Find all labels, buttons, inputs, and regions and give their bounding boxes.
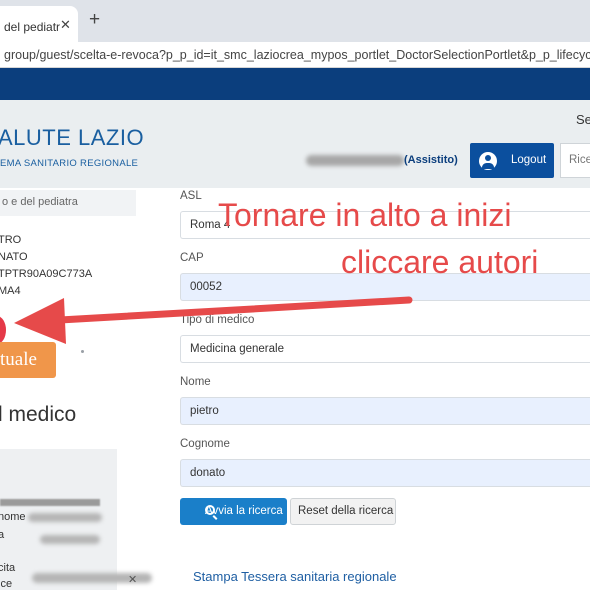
new-tab-icon[interactable]: + [89,9,100,31]
browser-tab[interactable]: del pediatra ✕ [0,6,78,42]
last-name-label: Cognome [180,438,230,450]
address-bar[interactable]: group/guest/scelta-e-revoca?p_p_id=it_sm… [0,42,590,68]
reset-search-label: Reset della ricerca [298,505,394,517]
box-line: cita [0,562,16,574]
decorative-dot [81,350,84,353]
blurred-value [40,535,100,544]
left-nav-item[interactable]: o e del pediatra [0,190,136,216]
section-heading: l medico [0,403,77,426]
first-name-label: Nome [180,376,211,388]
last-name-input[interactable]: donato [180,459,590,487]
patient-info-line: TRO [0,234,22,246]
patient-info-line: NATO [0,251,28,263]
asl-label: ASL [180,190,202,202]
current-doctor-button-label: tuale [0,349,37,370]
first-name-input[interactable]: pietro [180,397,590,425]
start-search-label: Avvia la ricerca [205,505,283,517]
small-close-icon[interactable]: ✕ [128,573,137,586]
blurred-box-header [0,499,100,506]
close-icon[interactable]: ✕ [60,17,71,33]
site-search-input[interactable]: Rice [560,143,590,178]
patient-info-line: MA4 [0,285,21,297]
assistito-label: (Assistito) [404,154,458,166]
doctor-type-value: Medicina generale [190,343,284,355]
patient-info-line: TPTR90A09C773A [0,268,93,280]
logout-label: Logout [511,154,547,166]
site-top-band [0,68,590,100]
url-text: group/guest/scelta-e-revoca?p_p_id=it_sm… [4,48,590,62]
reset-search-button[interactable]: Reset della ricerca [290,498,396,525]
box-line: ice [0,578,13,590]
arrow-head [14,298,66,344]
user-icon [479,152,497,170]
doctor-type-label: Tipo di medico [180,314,255,326]
blurred-value [28,513,102,522]
cap-label: CAP [180,252,204,264]
brand-logo-title[interactable]: ALUTE LAZIO [0,125,144,151]
tab-title: del pediatra [4,20,60,34]
logout-button[interactable]: Logout [470,143,554,178]
cap-value: 00052 [190,281,222,293]
start-search-button[interactable]: Avvia la ricerca [180,498,287,525]
blurred-user-name [306,155,404,166]
annotation-text-line-2: cliccare autori [341,244,539,280]
annotation-text-line-1: Tornare in alto a inizi [218,197,512,233]
last-name-value: donato [190,467,226,479]
left-nav-label: o e del pediatra [2,196,78,208]
header-right-text: Se [576,112,590,127]
red-marker-dot [0,316,6,344]
current-doctor-button[interactable]: tuale [0,342,56,378]
box-line: nome [0,511,26,523]
brand-logo-subtitle: EMA SANITARIO REGIONALE [0,158,139,169]
browser-tab-bar: del pediatra ✕ + [0,0,590,42]
print-health-card-link[interactable]: Stampa Tessera sanitaria regionale [193,569,397,584]
first-name-value: pietro [190,405,219,417]
site-search-placeholder: Rice [569,154,590,166]
box-line: a [0,529,5,541]
doctor-type-select[interactable]: Medicina generale [180,335,590,363]
